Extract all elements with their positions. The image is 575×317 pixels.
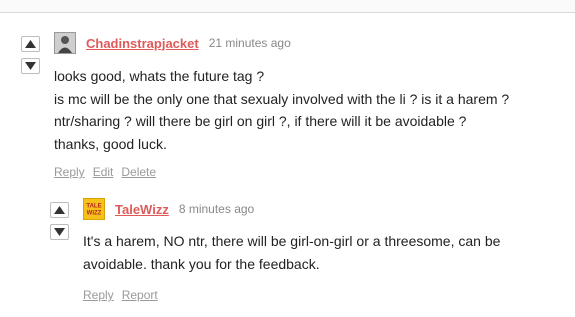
downvote-icon — [54, 228, 65, 236]
downvote-icon — [25, 62, 36, 70]
comment-line: avoidable. thank you for the feedback. — [83, 255, 320, 272]
timestamp[interactable]: 21 minutes ago — [209, 36, 291, 50]
user-photo-icon — [55, 33, 75, 53]
comment-line: thanks, good luck. — [54, 135, 167, 152]
comment-line: ntr/sharing ? will there be girl on girl… — [54, 113, 467, 129]
upvote-button[interactable] — [50, 202, 69, 218]
comment-line: It's a harem, NO ntr, there will be girl… — [83, 233, 501, 249]
previous-comment-divider — [0, 0, 575, 13]
reply-link[interactable]: Reply — [83, 288, 114, 302]
comment-line: looks good, whats the future tag ? — [54, 68, 265, 84]
comment-meta: Chadinstrapjacket 21 minutes ago — [54, 32, 509, 54]
author-name[interactable]: Chadinstrapjacket — [86, 36, 199, 51]
avatar[interactable] — [54, 32, 76, 54]
comment-actions: Reply Report — [83, 288, 500, 302]
report-link[interactable]: Report — [122, 288, 158, 302]
avatar-text-top: TALE — [86, 204, 101, 210]
downvote-button[interactable] — [21, 58, 40, 74]
avatar[interactable]: TALE WIZZ — [83, 198, 105, 220]
reply-comment: TALE WIZZ TaleWizz 8 minutes ago It's a … — [83, 198, 500, 302]
upvote-icon — [54, 206, 65, 214]
comment-meta: TALE WIZZ TaleWizz 8 minutes ago — [83, 198, 500, 220]
comment-body: It's a harem, NO ntr, there will be girl… — [83, 230, 500, 275]
vote-controls — [50, 202, 69, 240]
upvote-button[interactable] — [21, 36, 40, 52]
reply-link[interactable]: Reply — [54, 165, 85, 179]
comment-body: looks good, whats the future tag ? is mc… — [54, 65, 509, 155]
edit-link[interactable]: Edit — [93, 165, 114, 179]
author-name[interactable]: TaleWizz — [115, 202, 169, 217]
comment: Chadinstrapjacket 21 minutes ago looks g… — [54, 32, 509, 179]
comment-line: is mc will be the only one that sexualy … — [54, 90, 510, 107]
comment-actions: Reply Edit Delete — [54, 165, 509, 179]
avatar-text-bottom: WIZZ — [87, 211, 102, 217]
vote-controls — [21, 36, 40, 74]
upvote-icon — [25, 40, 36, 48]
timestamp[interactable]: 8 minutes ago — [179, 202, 254, 216]
downvote-button[interactable] — [50, 224, 69, 240]
talewizz-logo-icon: TALE WIZZ — [84, 199, 104, 219]
delete-link[interactable]: Delete — [121, 165, 156, 179]
